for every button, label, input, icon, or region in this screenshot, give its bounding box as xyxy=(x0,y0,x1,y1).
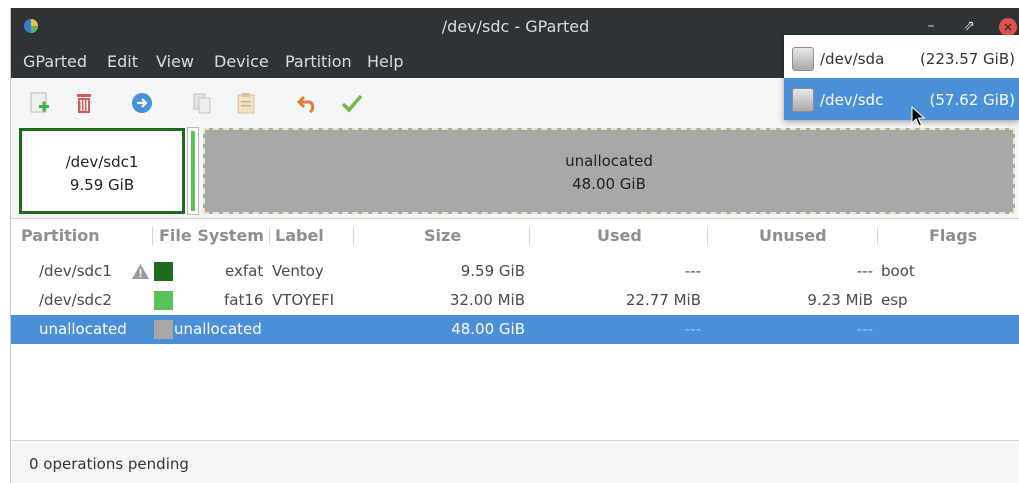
column-unused[interactable]: Unused xyxy=(759,226,827,245)
cell-unused: --- xyxy=(856,262,873,280)
column-divider xyxy=(152,227,153,245)
cell-filesystem: exfat xyxy=(225,262,264,280)
cell-filesystem: unallocated xyxy=(174,320,262,338)
menu-device[interactable]: Device xyxy=(214,52,269,71)
cell-unused: --- xyxy=(856,320,873,338)
cell-size: 9.59 GiB xyxy=(460,262,525,280)
table-row-selected[interactable]: unallocated unallocated 48.00 GiB --- --… xyxy=(11,315,1019,344)
device-size: (57.62 GiB) xyxy=(929,91,1016,109)
device-size: (223.57 GiB) xyxy=(919,50,1015,68)
partition-block-unallocated[interactable]: unallocated 48.00 GiB xyxy=(203,128,1015,214)
copy-icon[interactable] xyxy=(189,90,215,116)
menu-partition[interactable]: Partition xyxy=(285,52,352,71)
device-selector-popup: /dev/sda (223.57 GiB) /dev/sdc (57.62 Gi… xyxy=(784,35,1019,120)
table-row[interactable]: /dev/sdc1 exfat Ventoy 9.59 GiB --- --- … xyxy=(11,257,1019,286)
partition-block-sdc2[interactable] xyxy=(187,127,199,215)
cell-used: --- xyxy=(684,320,701,338)
cell-partition: /dev/sdc2 xyxy=(39,291,112,309)
column-size[interactable]: Size xyxy=(424,226,461,245)
menu-gparted[interactable]: GParted xyxy=(23,52,87,71)
partition-map: /dev/sdc1 9.59 GiB unallocated 48.00 GiB xyxy=(11,127,1019,215)
warning-icon xyxy=(132,264,149,279)
device-item-sdc[interactable]: /dev/sdc (57.62 GiB) xyxy=(784,78,1019,120)
device-item-sda[interactable]: /dev/sda (223.57 GiB) xyxy=(784,37,1019,79)
checkmark-icon[interactable] xyxy=(339,90,365,116)
partition-block-name: unallocated xyxy=(565,152,653,170)
cell-used: 22.77 MiB xyxy=(625,291,701,309)
disk-icon xyxy=(792,47,814,71)
minimize-button[interactable]: – xyxy=(921,16,941,36)
menu-view[interactable]: View xyxy=(156,52,194,71)
menu-edit[interactable]: Edit xyxy=(107,52,138,71)
cell-label: VTOYEFI xyxy=(272,291,335,309)
table-row[interactable]: /dev/sdc2 fat16 VTOYEFI 32.00 MiB 22.77 … xyxy=(11,286,1019,315)
column-divider xyxy=(707,227,708,245)
partition-block-size: 9.59 GiB xyxy=(69,176,135,194)
arrow-right-circle-icon[interactable] xyxy=(129,90,155,116)
device-name: /dev/sda xyxy=(820,50,885,68)
cell-size: 48.00 GiB xyxy=(451,320,525,338)
paste-icon[interactable] xyxy=(233,90,259,116)
column-divider xyxy=(529,227,530,245)
column-divider xyxy=(353,227,354,245)
undo-icon[interactable] xyxy=(295,90,321,116)
column-partition[interactable]: Partition xyxy=(21,226,100,245)
mouse-pointer-icon xyxy=(911,106,925,127)
cell-used: --- xyxy=(684,262,701,280)
cell-flags: boot xyxy=(881,262,915,280)
partition-block-size: 48.00 GiB xyxy=(572,175,646,193)
column-file-system[interactable]: File System xyxy=(159,226,264,245)
device-name: /dev/sdc xyxy=(820,91,884,109)
partition-table: Partition File System Label Size Used Un… xyxy=(11,218,1019,440)
disk-icon xyxy=(792,88,814,112)
column-divider xyxy=(269,227,270,245)
menu-help[interactable]: Help xyxy=(367,52,403,71)
add-partition-icon[interactable] xyxy=(27,90,53,116)
cell-partition: unallocated xyxy=(39,320,127,338)
partition-block-name: /dev/sdc1 xyxy=(65,153,139,171)
cell-filesystem: fat16 xyxy=(224,291,264,309)
table-header: Partition File System Label Size Used Un… xyxy=(11,219,1019,255)
fs-color-swatch xyxy=(154,320,173,339)
column-label[interactable]: Label xyxy=(275,226,324,245)
cell-size: 32.00 MiB xyxy=(449,291,525,309)
close-button[interactable]: × xyxy=(999,18,1017,36)
cell-unused: 9.23 MiB xyxy=(807,291,873,309)
window-title: /dev/sdc - GParted xyxy=(441,17,590,36)
partition-block-sdc1[interactable]: /dev/sdc1 9.59 GiB xyxy=(19,128,185,214)
cell-label: Ventoy xyxy=(272,262,324,280)
column-divider xyxy=(877,227,878,245)
maximize-button[interactable]: ⇗ xyxy=(959,16,979,36)
fs-color-swatch xyxy=(154,291,173,310)
status-bar: 0 operations pending xyxy=(11,440,1019,483)
column-used[interactable]: Used xyxy=(597,226,642,245)
column-flags[interactable]: Flags xyxy=(929,226,977,245)
cell-flags: esp xyxy=(881,291,908,309)
fs-color-swatch xyxy=(154,262,173,281)
trash-icon[interactable] xyxy=(71,90,97,116)
cell-partition: /dev/sdc1 xyxy=(39,262,112,280)
operations-status: 0 operations pending xyxy=(29,455,189,473)
